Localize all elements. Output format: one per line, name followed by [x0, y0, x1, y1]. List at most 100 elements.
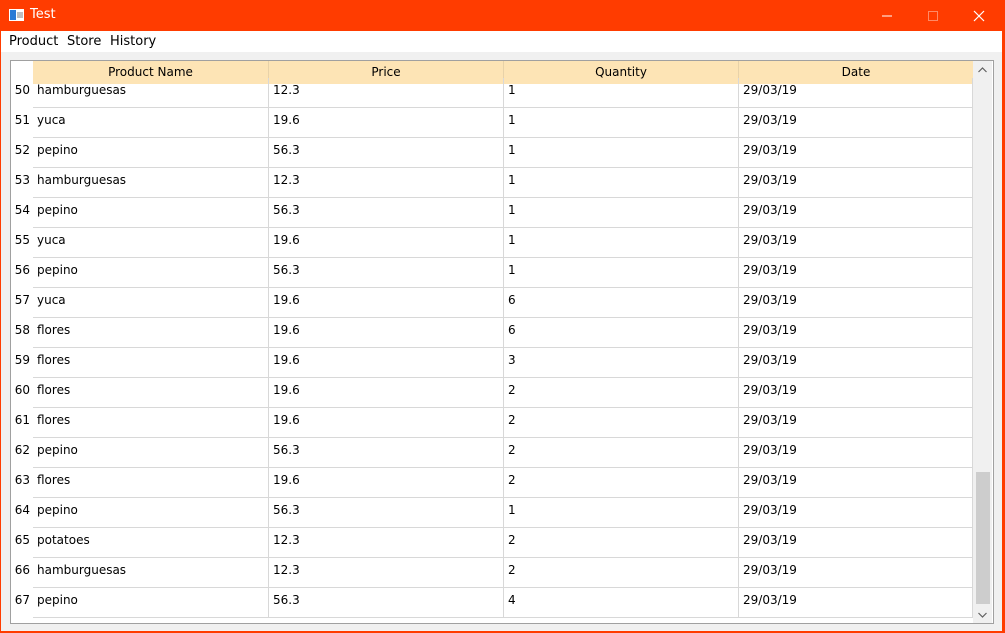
- cell-product-name[interactable]: potatoes: [33, 528, 269, 558]
- cell-product-name[interactable]: hamburguesas: [33, 78, 269, 108]
- cell-quantity[interactable]: 6: [504, 318, 739, 348]
- table-row[interactable]: 57 yuca 19.6 6 29/03/19: [11, 288, 973, 318]
- row-header[interactable]: 62: [11, 438, 33, 468]
- cell-price[interactable]: 19.6: [269, 468, 504, 498]
- cell-quantity[interactable]: 1: [504, 228, 739, 258]
- cell-product-name[interactable]: pepino: [33, 258, 269, 288]
- row-header[interactable]: 67: [11, 588, 33, 618]
- scroll-up-button[interactable]: [973, 61, 992, 78]
- cell-date[interactable]: 29/03/19: [739, 288, 973, 318]
- cell-date[interactable]: 29/03/19: [739, 408, 973, 438]
- cell-quantity[interactable]: 6: [504, 288, 739, 318]
- cell-quantity[interactable]: 1: [504, 258, 739, 288]
- cell-product-name[interactable]: pepino: [33, 198, 269, 228]
- cell-product-name[interactable]: pepino: [33, 588, 269, 618]
- cell-quantity[interactable]: 1: [504, 168, 739, 198]
- cell-date[interactable]: 29/03/19: [739, 318, 973, 348]
- row-header[interactable]: 53: [11, 168, 33, 198]
- cell-price[interactable]: 56.3: [269, 498, 504, 528]
- cell-product-name[interactable]: yuca: [33, 288, 269, 318]
- row-header[interactable]: 65: [11, 528, 33, 558]
- cell-product-name[interactable]: flores: [33, 318, 269, 348]
- cell-price[interactable]: 12.3: [269, 528, 504, 558]
- cell-date[interactable]: 29/03/19: [739, 438, 973, 468]
- history-table[interactable]: Product Name Price Quantity Date 50 hambu…: [10, 60, 994, 624]
- cell-price[interactable]: 19.6: [269, 108, 504, 138]
- table-row[interactable]: 62 pepino 56.3 2 29/03/19: [11, 438, 973, 468]
- cell-product-name[interactable]: pepino: [33, 498, 269, 528]
- cell-quantity[interactable]: 2: [504, 438, 739, 468]
- row-header[interactable]: 59: [11, 348, 33, 378]
- cell-product-name[interactable]: pepino: [33, 438, 269, 468]
- cell-product-name[interactable]: hamburguesas: [33, 558, 269, 588]
- table-row[interactable]: 60 flores 19.6 2 29/03/19: [11, 378, 973, 408]
- cell-price[interactable]: 12.3: [269, 558, 504, 588]
- table-row[interactable]: 54 pepino 56.3 1 29/03/19: [11, 198, 973, 228]
- table-row[interactable]: 53 hamburguesas 12.3 1 29/03/19: [11, 168, 973, 198]
- cell-date[interactable]: 29/03/19: [739, 78, 973, 108]
- cell-price[interactable]: 56.3: [269, 438, 504, 468]
- maximize-button[interactable]: [910, 0, 956, 31]
- table-row[interactable]: 66 hamburguesas 12.3 2 29/03/19: [11, 558, 973, 588]
- cell-product-name[interactable]: pepino: [33, 138, 269, 168]
- row-header[interactable]: 60: [11, 378, 33, 408]
- row-header[interactable]: 64: [11, 498, 33, 528]
- cell-date[interactable]: 29/03/19: [739, 498, 973, 528]
- cell-quantity[interactable]: 1: [504, 138, 739, 168]
- cell-quantity[interactable]: 2: [504, 378, 739, 408]
- cell-quantity[interactable]: 3: [504, 348, 739, 378]
- cell-date[interactable]: 29/03/19: [739, 108, 973, 138]
- scroll-down-button[interactable]: [973, 606, 992, 623]
- menu-store[interactable]: Store: [67, 34, 101, 49]
- cell-price[interactable]: 19.6: [269, 378, 504, 408]
- cell-date[interactable]: 29/03/19: [739, 378, 973, 408]
- row-header[interactable]: 54: [11, 198, 33, 228]
- cell-price[interactable]: 19.6: [269, 348, 504, 378]
- cell-quantity[interactable]: 1: [504, 198, 739, 228]
- table-row[interactable]: 59 flores 19.6 3 29/03/19: [11, 348, 973, 378]
- table-row[interactable]: 64 pepino 56.3 1 29/03/19: [11, 498, 973, 528]
- table-row[interactable]: 63 flores 19.6 2 29/03/19: [11, 468, 973, 498]
- cell-quantity[interactable]: 2: [504, 528, 739, 558]
- row-header[interactable]: 52: [11, 138, 33, 168]
- table-row[interactable]: 50 hamburguesas 12.3 1 29/03/19: [11, 78, 973, 108]
- row-header[interactable]: 50: [11, 78, 33, 108]
- menu-history[interactable]: History: [110, 34, 156, 49]
- table-row[interactable]: 55 yuca 19.6 1 29/03/19: [11, 228, 973, 258]
- cell-product-name[interactable]: yuca: [33, 228, 269, 258]
- cell-price[interactable]: 56.3: [269, 138, 504, 168]
- cell-price[interactable]: 19.6: [269, 408, 504, 438]
- cell-quantity[interactable]: 2: [504, 558, 739, 588]
- cell-date[interactable]: 29/03/19: [739, 198, 973, 228]
- cell-price[interactable]: 19.6: [269, 318, 504, 348]
- cell-date[interactable]: 29/03/19: [739, 138, 973, 168]
- cell-product-name[interactable]: yuca: [33, 108, 269, 138]
- cell-price[interactable]: 19.6: [269, 288, 504, 318]
- cell-product-name[interactable]: hamburguesas: [33, 168, 269, 198]
- row-header[interactable]: 61: [11, 408, 33, 438]
- cell-product-name[interactable]: flores: [33, 348, 269, 378]
- cell-price[interactable]: 19.6: [269, 228, 504, 258]
- row-header[interactable]: 66: [11, 558, 33, 588]
- table-row[interactable]: 56 pepino 56.3 1 29/03/19: [11, 258, 973, 288]
- cell-quantity[interactable]: 4: [504, 588, 739, 618]
- row-header[interactable]: 63: [11, 468, 33, 498]
- cell-date[interactable]: 29/03/19: [739, 468, 973, 498]
- cell-price[interactable]: 12.3: [269, 78, 504, 108]
- vertical-scrollbar[interactable]: [973, 61, 992, 623]
- cell-product-name[interactable]: flores: [33, 408, 269, 438]
- cell-date[interactable]: 29/03/19: [739, 228, 973, 258]
- table-row[interactable]: 67 pepino 56.3 4 29/03/19: [11, 588, 973, 618]
- cell-date[interactable]: 29/03/19: [739, 588, 973, 618]
- cell-quantity[interactable]: 1: [504, 108, 739, 138]
- cell-product-name[interactable]: flores: [33, 468, 269, 498]
- cell-date[interactable]: 29/03/19: [739, 348, 973, 378]
- cell-date[interactable]: 29/03/19: [739, 168, 973, 198]
- cell-date[interactable]: 29/03/19: [739, 258, 973, 288]
- title-bar[interactable]: Test: [0, 0, 1005, 31]
- table-row[interactable]: 61 flores 19.6 2 29/03/19: [11, 408, 973, 438]
- table-row[interactable]: 65 potatoes 12.3 2 29/03/19: [11, 528, 973, 558]
- cell-quantity[interactable]: 2: [504, 408, 739, 438]
- cell-price[interactable]: 56.3: [269, 258, 504, 288]
- table-row[interactable]: 58 flores 19.6 6 29/03/19: [11, 318, 973, 348]
